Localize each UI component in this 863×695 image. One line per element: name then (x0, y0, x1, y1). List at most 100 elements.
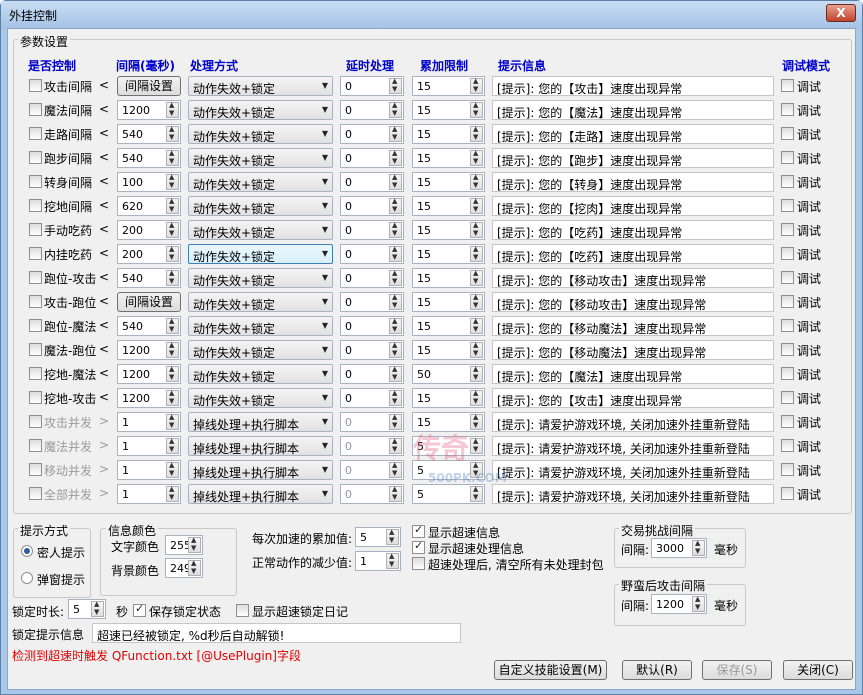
message-input[interactable]: [提示]: 您的【走路】速度出现异常 (492, 124, 774, 144)
method-select[interactable]: 动作失效+锁定 (188, 172, 333, 192)
message-input[interactable]: [提示]: 您的【挖肉】速度出现异常 (492, 196, 774, 216)
debug-checkbox[interactable] (781, 175, 794, 188)
method-select[interactable]: 动作失效+锁定 (188, 292, 333, 312)
interval-spin[interactable]: 1 (117, 412, 181, 432)
accumulate-spin[interactable]: 15 (412, 268, 485, 288)
accumulate-spin[interactable]: 15 (412, 316, 485, 336)
interval-spin[interactable]: 540 (117, 316, 181, 336)
accumulate-spin[interactable]: 15 (412, 388, 485, 408)
row-enable-checkbox[interactable] (29, 247, 42, 260)
spin-arrows-icon[interactable] (386, 552, 399, 569)
spin-arrows-icon[interactable] (470, 221, 483, 238)
debug-checkbox[interactable] (781, 271, 794, 284)
accumulate-value-spin[interactable]: 5 (355, 527, 401, 547)
method-select[interactable]: 动作失效+锁定 (188, 100, 333, 120)
debug-checkbox[interactable] (781, 247, 794, 260)
delay-spin[interactable]: 0 (340, 364, 404, 384)
delay-spin[interactable]: 0 (340, 172, 404, 192)
delay-spin[interactable]: 0 (340, 292, 404, 312)
spin-arrows-icon[interactable] (166, 269, 179, 286)
debug-checkbox[interactable] (781, 127, 794, 140)
row-enable-checkbox[interactable] (29, 415, 42, 428)
spin-arrows-icon[interactable] (470, 461, 483, 478)
spin-arrows-icon[interactable] (166, 197, 179, 214)
delay-spin[interactable]: 0 (340, 484, 404, 504)
spin-arrows-icon[interactable] (166, 461, 179, 478)
spin-arrows-icon[interactable] (188, 536, 201, 553)
debug-checkbox[interactable] (781, 487, 794, 500)
method-select[interactable]: 动作失效+锁定 (188, 220, 333, 240)
row-enable-checkbox[interactable] (29, 103, 42, 116)
show-speed-info-checkbox[interactable] (412, 523, 425, 538)
row-enable-checkbox[interactable] (29, 439, 42, 452)
accumulate-spin[interactable]: 5 (412, 436, 485, 456)
delay-spin[interactable]: 0 (340, 148, 404, 168)
spin-arrows-icon[interactable] (470, 101, 483, 118)
method-select[interactable]: 动作失效+锁定 (188, 244, 333, 264)
method-select[interactable]: 掉线处理+执行脚本 (188, 484, 333, 504)
spin-arrows-icon[interactable] (692, 595, 705, 612)
spin-arrows-icon[interactable] (470, 317, 483, 334)
spin-arrows-icon[interactable] (389, 149, 402, 166)
spin-arrows-icon[interactable] (91, 600, 104, 617)
delay-spin[interactable]: 0 (340, 316, 404, 336)
lock-tip-input[interactable]: 超速已经被锁定, %d秒后自动解锁! (92, 623, 461, 643)
spin-arrows-icon[interactable] (470, 149, 483, 166)
spin-arrows-icon[interactable] (389, 293, 402, 310)
method-select[interactable]: 动作失效+锁定 (188, 316, 333, 336)
spin-arrows-icon[interactable] (166, 173, 179, 190)
spin-arrows-icon[interactable] (166, 413, 179, 430)
delay-spin[interactable]: 0 (340, 244, 404, 264)
debug-checkbox[interactable] (781, 199, 794, 212)
message-input[interactable]: [提示]: 您的【魔法】速度出现异常 (492, 364, 774, 384)
spin-arrows-icon[interactable] (166, 341, 179, 358)
row-enable-checkbox[interactable] (29, 319, 42, 332)
row-enable-checkbox[interactable] (29, 343, 42, 356)
save-lock-state-checkbox[interactable] (133, 602, 146, 617)
row-enable-checkbox[interactable] (29, 367, 42, 380)
spin-arrows-icon[interactable] (470, 77, 483, 94)
debug-checkbox[interactable] (781, 391, 794, 404)
delay-spin[interactable]: 0 (340, 268, 404, 288)
delay-spin[interactable]: 0 (340, 388, 404, 408)
spin-arrows-icon[interactable] (389, 317, 402, 334)
interval-spin[interactable]: 540 (117, 268, 181, 288)
delay-spin[interactable]: 0 (340, 340, 404, 360)
spin-arrows-icon[interactable] (389, 365, 402, 382)
spin-arrows-icon[interactable] (166, 245, 179, 262)
lock-duration-spin[interactable]: 5 (68, 599, 106, 619)
delay-spin[interactable]: 0 (340, 76, 404, 96)
accumulate-spin[interactable]: 15 (412, 412, 485, 432)
spin-arrows-icon[interactable] (389, 461, 402, 478)
accumulate-spin[interactable]: 50 (412, 364, 485, 384)
debug-checkbox[interactable] (781, 343, 794, 356)
spin-arrows-icon[interactable] (470, 485, 483, 502)
spin-arrows-icon[interactable] (166, 221, 179, 238)
interval-spin[interactable]: 620 (117, 196, 181, 216)
show-lock-log-checkbox[interactable] (236, 604, 249, 617)
method-select[interactable]: 动作失效+锁定 (188, 268, 333, 288)
accumulate-spin[interactable]: 15 (412, 340, 485, 360)
message-input[interactable]: [提示]: 请爱护游戏环境, 关闭加速外挂重新登陆 (492, 460, 774, 480)
spin-arrows-icon[interactable] (389, 125, 402, 142)
bg-color-spin[interactable]: 249 (165, 558, 203, 578)
interval-spin[interactable]: 1200 (117, 100, 181, 120)
message-input[interactable]: [提示]: 您的【移动魔法】速度出现异常 (492, 340, 774, 360)
spin-arrows-icon[interactable] (470, 437, 483, 454)
accumulate-spin[interactable]: 15 (412, 148, 485, 168)
spin-arrows-icon[interactable] (470, 173, 483, 190)
clear-packets-checkbox[interactable] (412, 557, 425, 570)
custom-skill-button[interactable]: 自定义技能设置(M) (494, 660, 607, 680)
method-select[interactable]: 动作失效+锁定 (188, 340, 333, 360)
method-select[interactable]: 掉线处理+执行脚本 (188, 412, 333, 432)
decrease-value-spin[interactable]: 1 (355, 551, 401, 571)
delay-spin[interactable]: 0 (340, 220, 404, 240)
interval-spin[interactable]: 200 (117, 244, 181, 264)
spin-arrows-icon[interactable] (389, 437, 402, 454)
spin-arrows-icon[interactable] (389, 77, 402, 94)
accumulate-spin[interactable]: 15 (412, 124, 485, 144)
spin-arrows-icon[interactable] (389, 101, 402, 118)
delay-spin[interactable]: 0 (340, 100, 404, 120)
spin-arrows-icon[interactable] (389, 389, 402, 406)
message-input[interactable]: [提示]: 您的【转身】速度出现异常 (492, 172, 774, 192)
